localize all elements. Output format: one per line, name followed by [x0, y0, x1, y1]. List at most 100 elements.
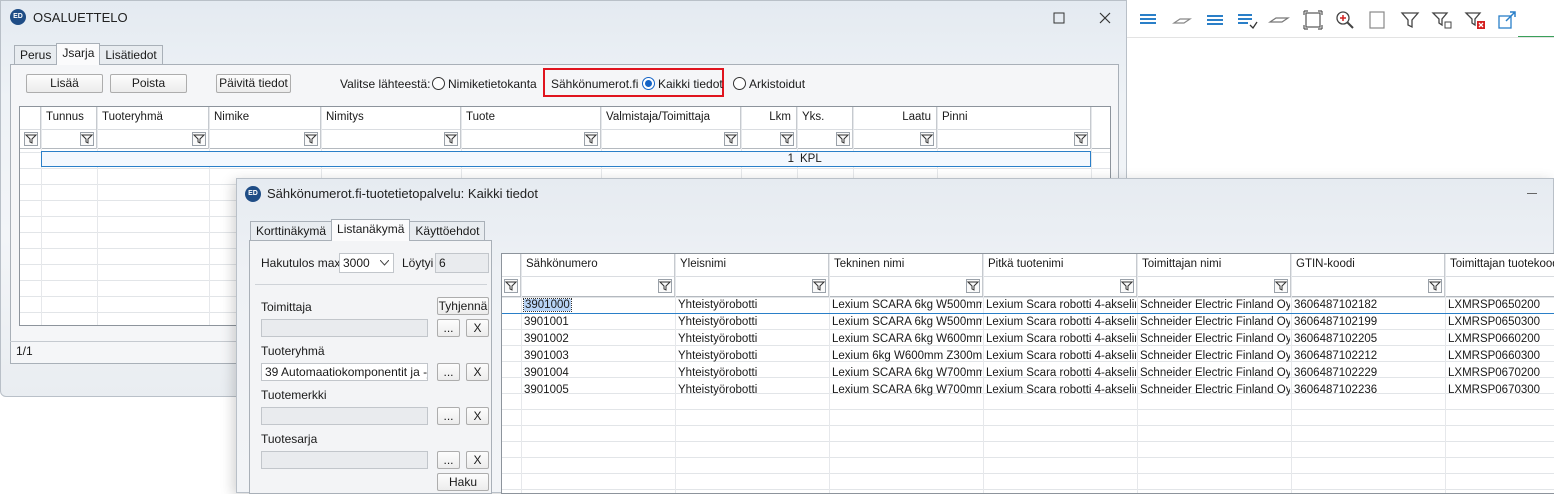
source-radio-kaikki-tiedot[interactable] [642, 77, 655, 90]
export-icon[interactable] [1496, 9, 1518, 31]
filter-settings-icon[interactable] [1431, 9, 1453, 31]
col-yks[interactable]: Yks. [802, 111, 824, 123]
source-option-arkistoidut[interactable]: Arkistoidut [749, 77, 805, 91]
plane-icon[interactable] [1268, 9, 1290, 31]
col-toimittajan-nimi[interactable]: Toimittajan nimi [1142, 258, 1221, 270]
filter-icon[interactable] [658, 279, 672, 293]
source-option-nimiketietokanta[interactable]: Nimiketietokanta [448, 77, 537, 91]
col-toimittajan-tuotekoodi[interactable]: Toimittajan tuotekoodi [1450, 258, 1554, 270]
col-pinni[interactable]: Pinni [942, 111, 968, 123]
layers-check-icon[interactable] [1236, 9, 1258, 31]
cell-sahkonumero: 3901005 [524, 384, 569, 396]
col-valmistaja[interactable]: Valmistaja/Toimittaja [606, 111, 710, 123]
tab-jsarja[interactable]: Jsarja [56, 43, 101, 65]
tuotesarja-clear-button[interactable]: X [466, 451, 489, 469]
col-sahkonumero[interactable]: Sähkönumero [526, 258, 598, 270]
col-yleisnimi[interactable]: Yleisnimi [680, 258, 726, 270]
zoom-in-icon[interactable] [1334, 9, 1356, 31]
filter-icon[interactable] [1074, 132, 1088, 146]
close-button[interactable] [1090, 7, 1120, 29]
layers-blue-icon[interactable] [1204, 9, 1226, 31]
remove-button[interactable]: Poista [110, 74, 187, 93]
col-tuoteryhma[interactable]: Tuoteryhmä [102, 111, 163, 123]
filter-icon[interactable] [966, 279, 980, 293]
col-nimitys[interactable]: Nimitys [326, 111, 364, 123]
tuotesarja-browse-button[interactable]: ... [437, 451, 460, 469]
cell-pitka-tuotenimi: Lexium Scara robotti 4-akselin... [986, 384, 1136, 396]
source-radio-arkistoidut[interactable] [733, 77, 746, 90]
cell-toimittajan-nimi: Schneider Electric Finland Oy [1140, 350, 1290, 362]
cell-tekninen-nimi: Lexium SCARA 6kg W700mm... [832, 384, 982, 396]
tab-listanakyma[interactable]: Listanäkymä [331, 219, 411, 241]
col-gtin-koodi[interactable]: GTIN-koodi [1296, 258, 1355, 270]
col-pitka-tuotenimi[interactable]: Pitkä tuotenimi [988, 258, 1063, 270]
layers-icon[interactable] [1137, 9, 1159, 31]
col-tuote[interactable]: Tuote [466, 111, 495, 123]
tuoteryhma-browse-button[interactable]: ... [437, 363, 460, 381]
maximize-button[interactable] [1044, 7, 1074, 29]
page-icon[interactable] [1366, 9, 1388, 31]
table-row[interactable]: 3901000 Yhteistyörobotti Lexium SCARA 6kg … [502, 298, 1554, 314]
filter-icon[interactable] [920, 132, 934, 146]
filter-icon[interactable] [1274, 279, 1288, 293]
filter-icon[interactable] [80, 132, 94, 146]
col-lkm[interactable]: Lkm [769, 111, 791, 123]
filter-icon[interactable] [836, 132, 850, 146]
filter-icon[interactable] [812, 279, 826, 293]
filter-icon[interactable] [1120, 279, 1134, 293]
source-option-kaikki-tiedot[interactable]: Kaikki tiedot [658, 77, 723, 91]
tuotemerkki-field[interactable] [261, 407, 428, 425]
filter-icon[interactable] [584, 132, 598, 146]
table-row[interactable]: 3901005 Yhteistyörobotti Lexium SCARA 6kg … [502, 383, 1554, 399]
toimittaja-field[interactable] [261, 319, 428, 337]
tuotesarja-field[interactable] [261, 451, 428, 469]
layer-flat-icon[interactable] [1171, 9, 1193, 31]
tab-korttinakyma[interactable]: Korttinäkymä [250, 221, 333, 241]
table-row[interactable]: 3901003 Yhteistyörobotti Lexium 6kg W600mm… [502, 349, 1554, 365]
toimittaja-browse-button[interactable]: ... [437, 319, 460, 337]
filter-icon[interactable] [444, 132, 458, 146]
cell-sahkonumero: 3901001 [524, 316, 569, 328]
hakutulos-label: Hakutulos max. [261, 256, 344, 270]
table-row[interactable]: 3901001 Yhteistyörobotti Lexium SCARA 6kg … [502, 315, 1554, 331]
sahkonumerot-window: ED Sähkönumerot.fi-tuotetietopalvelu: Ka… [236, 178, 1554, 494]
add-button[interactable]: Lisää [26, 74, 103, 93]
tab-lisatiedot[interactable]: Lisätiedot [99, 45, 163, 65]
col-nimike[interactable]: Nimike [214, 111, 249, 123]
loytyi-field: 6 [435, 253, 489, 273]
window-title: Sähkönumerot.fi-tuotetietopalvelu: Kaikk… [267, 186, 538, 201]
filter-icon[interactable] [504, 279, 518, 293]
tuotemerkki-clear-button[interactable]: X [466, 407, 489, 425]
filter-icon[interactable] [1399, 9, 1421, 31]
divider-line [1518, 36, 1554, 37]
tab-kayttoehdot[interactable]: Käyttöehdot [409, 221, 486, 241]
table-row[interactable]: 3901002 Yhteistyörobotti Lexium SCARA 6kg … [502, 332, 1554, 348]
col-tunnus[interactable]: Tunnus [46, 111, 84, 123]
tuoteryhma-field[interactable]: 39 Automaatiokomponentit ja -järje [261, 363, 428, 381]
refresh-button[interactable]: Päivitä tiedot [216, 74, 291, 93]
col-tekninen-nimi[interactable]: Tekninen nimi [834, 258, 904, 270]
source-option-sahkonumerot[interactable]: Sähkönumerot.fi [551, 77, 638, 91]
minimize-button[interactable] [1527, 193, 1537, 194]
source-radio-nimiketietokanta[interactable] [432, 77, 445, 90]
filter-icon[interactable] [1428, 279, 1442, 293]
hakutulos-select[interactable]: 3000 [339, 253, 394, 273]
tab-perus[interactable]: Perus [14, 45, 58, 65]
filter-icon[interactable] [24, 132, 38, 146]
clear-button[interactable]: Tyhjennä [437, 297, 489, 315]
filter-icon[interactable] [724, 132, 738, 146]
tuoteryhma-clear-button[interactable]: X [466, 363, 489, 381]
window-title: OSALUETTELO [33, 10, 128, 25]
table-row[interactable]: 1 KPL [41, 151, 1091, 167]
toimittaja-label: Toimittaja [261, 300, 312, 314]
col-laatu[interactable]: Laatu [902, 111, 931, 123]
toimittaja-clear-button[interactable]: X [466, 319, 489, 337]
filter-icon[interactable] [780, 132, 794, 146]
table-row[interactable]: 3901004 Yhteistyörobotti Lexium SCARA 6kg … [502, 366, 1554, 382]
filter-clear-icon[interactable] [1464, 9, 1486, 31]
filter-icon[interactable] [192, 132, 206, 146]
search-button[interactable]: Haku [437, 473, 489, 491]
tuotemerkki-browse-button[interactable]: ... [437, 407, 460, 425]
filter-icon[interactable] [304, 132, 318, 146]
zoom-extents-icon[interactable] [1302, 9, 1324, 31]
